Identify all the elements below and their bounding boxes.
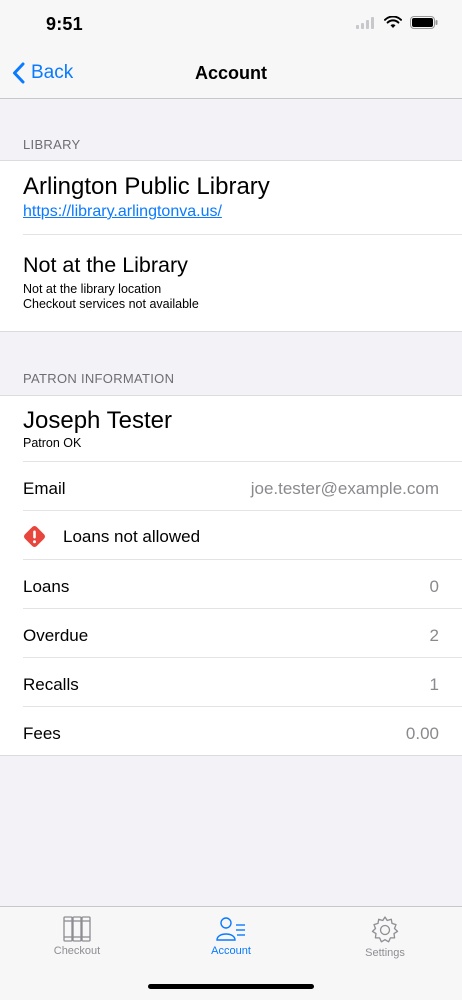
warning-icon (24, 526, 45, 547)
patron-group: Joseph Tester Patron OK Email joe.tester… (0, 395, 462, 756)
navigation-bar: Back Account (0, 50, 462, 99)
battery-icon (410, 16, 438, 29)
checkout-availability: Checkout services not available (23, 297, 199, 311)
library-name: Arlington Public Library (23, 173, 270, 200)
divider (23, 510, 462, 511)
page-title: Account (195, 63, 267, 83)
location-status-cell: Not at the Library Not at the library lo… (23, 253, 462, 312)
overdue-label: Overdue (23, 626, 89, 645)
divider (23, 234, 462, 235)
books-icon (63, 916, 91, 942)
gear-icon (371, 916, 399, 943)
loans-label: Loans (23, 577, 70, 596)
recalls-label: Recalls (23, 675, 79, 694)
library-section-header: LIBRARY (23, 137, 81, 152)
location-status-detail: Not at the library location (23, 282, 162, 296)
patron-status: Patron OK (23, 436, 82, 450)
wifi-icon (384, 16, 402, 28)
library-group: Arlington Public Library https://library… (0, 160, 462, 332)
email-label: Email (23, 479, 66, 498)
email-value: joe.tester@example.com (250, 479, 439, 498)
status-bar: 9:51 (0, 0, 462, 50)
divider (23, 559, 462, 560)
fees-value: 0.00 (405, 724, 439, 743)
fees-label: Fees (23, 724, 61, 743)
divider (23, 461, 462, 462)
patron-name: Joseph Tester (23, 407, 172, 434)
loans-value: 0 (429, 577, 439, 596)
divider (23, 706, 462, 707)
library-name-cell: Arlington Public Library https://library… (23, 173, 462, 221)
location-status-title: Not at the Library (23, 253, 188, 277)
status-icons (356, 16, 438, 29)
tab-settings[interactable]: Settings (308, 907, 462, 967)
loans-alert-text: Loans not allowed (63, 527, 201, 546)
divider (23, 608, 462, 609)
recalls-value: 1 (429, 675, 439, 694)
tab-settings-label: Settings (365, 947, 405, 959)
tab-account[interactable]: Account (154, 907, 308, 967)
status-time: 9:51 (46, 14, 83, 34)
cellular-signal-icon (356, 16, 374, 29)
patron-section-header: PATRON INFORMATION (23, 371, 175, 386)
library-url-link[interactable]: https://library.arlingtonva.us/ (23, 203, 462, 221)
person-list-icon (216, 917, 245, 941)
patron-name-cell: Joseph Tester Patron OK (23, 407, 462, 451)
tab-checkout[interactable]: Checkout (0, 907, 154, 967)
home-indicator (148, 984, 314, 989)
tab-account-label: Account (211, 945, 251, 957)
overdue-value: 2 (429, 626, 439, 645)
divider (23, 657, 462, 658)
tab-checkout-label: Checkout (53, 945, 101, 957)
